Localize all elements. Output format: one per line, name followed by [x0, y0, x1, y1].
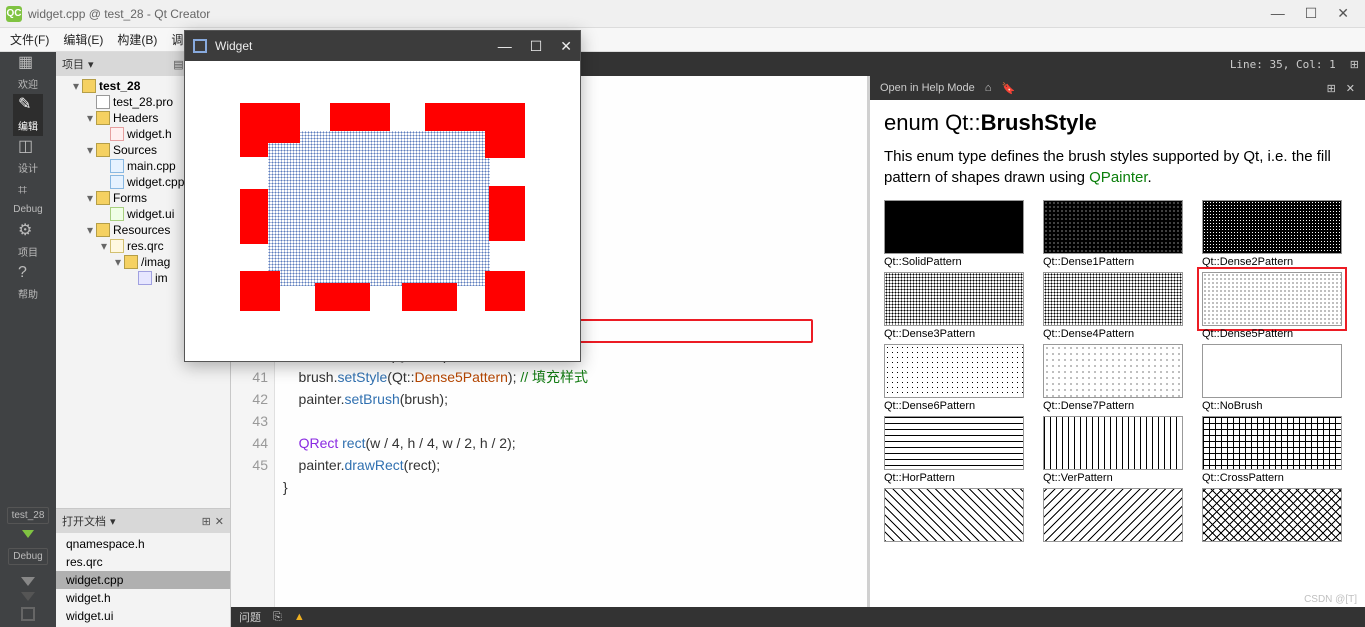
help-panel: Open in Help Mode ⌂ 🔖 ⊞ ✕ enum Qt::Brush…	[870, 76, 1365, 607]
widget-window[interactable]: Widget — ☐ ✕	[184, 30, 581, 362]
pattern-d7p: Qt::Dense7Pattern	[1043, 344, 1192, 412]
help-bookmark-icon[interactable]: 🔖	[1001, 82, 1015, 95]
help-close-icon[interactable]: ✕	[1346, 82, 1355, 95]
debug-button-icon[interactable]	[21, 592, 35, 601]
pattern-d6p: Qt::Dense6Pattern	[884, 344, 1033, 412]
build-config[interactable]: Debug	[8, 548, 47, 565]
run-button-icon[interactable]	[21, 577, 35, 586]
activity-项目[interactable]: ⚙项目	[13, 220, 42, 262]
widget-canvas	[185, 61, 580, 361]
app-icon: QC	[6, 6, 22, 22]
help-desc: This enum type defines the brush styles …	[884, 146, 1351, 188]
widget-app-icon	[193, 39, 207, 53]
maximize-button[interactable]: ☐	[1305, 5, 1318, 22]
open-documents-pane: 打开文档 ▾ ⊞✕ qnamespace.hres.qrcwidget.cppw…	[56, 508, 230, 627]
qpainter-link[interactable]: QPainter	[1089, 169, 1147, 186]
window-controls: — ☐ ✕	[1271, 5, 1359, 22]
pattern-fdi	[1043, 488, 1192, 544]
widget-title: Widget	[215, 39, 498, 53]
pattern-d1p: Qt::Dense1Pattern	[1043, 200, 1192, 268]
activity-欢迎[interactable]: ▦欢迎	[13, 52, 42, 94]
pattern-dcross	[1202, 488, 1351, 544]
pattern-grid: Qt::SolidPatternQt::Dense1PatternQt::Den…	[884, 200, 1351, 544]
menu-item[interactable]: 文件(F)	[4, 29, 55, 50]
dash-seg	[240, 189, 268, 244]
pattern-d5p: Qt::Dense5Pattern	[1202, 272, 1351, 340]
pattern-solid: Qt::SolidPattern	[884, 200, 1033, 268]
dash-seg	[240, 271, 280, 311]
activity-bar: ▦欢迎✎编辑◫设计⌗Debug⚙项目?帮助 test_28 Debug	[0, 52, 56, 627]
close-button[interactable]: ✕	[1337, 5, 1349, 22]
help-split-icon[interactable]: ⊞	[1327, 82, 1336, 95]
issues-icon: ⎘	[273, 611, 282, 624]
widget-titlebar[interactable]: Widget — ☐ ✕	[185, 31, 580, 61]
dash-seg	[240, 103, 300, 143]
menu-item[interactable]: 构建(B)	[111, 29, 163, 50]
project-pane-title: 项目	[62, 56, 84, 72]
pattern-cross: Qt::CrossPattern	[1202, 416, 1351, 484]
run-icon[interactable]	[22, 530, 34, 538]
build-button-icon[interactable]	[21, 607, 35, 621]
pattern-hor: Qt::HorPattern	[884, 416, 1033, 484]
kit-selector[interactable]: test_28	[7, 507, 50, 524]
pattern-d2p: Qt::Dense2Pattern	[1202, 200, 1351, 268]
open-doc-item[interactable]: qnamespace.h	[56, 535, 230, 553]
activity-Debug[interactable]: ⌗Debug	[13, 178, 42, 220]
help-heading: enum Qt::BrushStyle	[884, 110, 1351, 136]
filter-icon[interactable]: ▤	[173, 58, 183, 71]
watermark: CSDN @[T]	[1304, 594, 1357, 605]
dash-seg	[330, 103, 390, 131]
dash-seg	[485, 103, 525, 158]
rect-fill	[268, 131, 490, 286]
pattern-ver: Qt::VerPattern	[1043, 416, 1192, 484]
pattern-d3p: Qt::Dense3Pattern	[884, 272, 1033, 340]
widget-minimize-button[interactable]: —	[498, 38, 512, 55]
widget-close-button[interactable]: ✕	[560, 38, 572, 55]
open-docs-split-icon[interactable]: ⊞	[202, 515, 211, 528]
open-doc-item[interactable]: widget.cpp	[56, 571, 230, 589]
bottom-bar: 问题 ⎘ ▲	[231, 607, 1365, 627]
open-doc-item[interactable]: res.qrc	[56, 553, 230, 571]
open-doc-item[interactable]: widget.ui	[56, 607, 230, 625]
activity-帮助[interactable]: ?帮助	[13, 262, 42, 304]
dash-seg	[485, 271, 525, 311]
open-docs-close-icon[interactable]: ✕	[215, 515, 224, 528]
minimize-button[interactable]: —	[1271, 5, 1285, 22]
pattern-nob: Qt::NoBrush	[1202, 344, 1351, 412]
issues-tab[interactable]: 问题	[239, 609, 261, 625]
open-docs-title: 打开文档	[62, 513, 106, 529]
open-doc-item[interactable]: widget.h	[56, 589, 230, 607]
dash-seg	[489, 186, 525, 241]
dash-seg	[315, 283, 370, 311]
editor-split-icon[interactable]: ⊞	[1350, 58, 1359, 71]
help-home-icon[interactable]: ⌂	[985, 82, 992, 94]
dash-seg	[402, 283, 457, 311]
help-mode-link[interactable]: Open in Help Mode	[880, 82, 975, 94]
main-titlebar: QC widget.cpp @ test_28 - Qt Creator — ☐…	[0, 0, 1365, 28]
activity-设计[interactable]: ◫设计	[13, 136, 42, 178]
menu-item[interactable]: 编辑(E)	[57, 29, 109, 50]
dash-seg	[240, 143, 268, 157]
window-title: widget.cpp @ test_28 - Qt Creator	[28, 7, 1271, 21]
line-col-indicator[interactable]: Line: 35, Col: 1	[1230, 58, 1336, 71]
widget-maximize-button[interactable]: ☐	[530, 38, 543, 55]
warning-icon[interactable]: ▲	[294, 611, 305, 623]
dash-seg	[425, 103, 485, 131]
activity-编辑[interactable]: ✎编辑	[13, 94, 42, 136]
pattern-d4p: Qt::Dense4Pattern	[1043, 272, 1192, 340]
pattern-bdi	[884, 488, 1033, 544]
